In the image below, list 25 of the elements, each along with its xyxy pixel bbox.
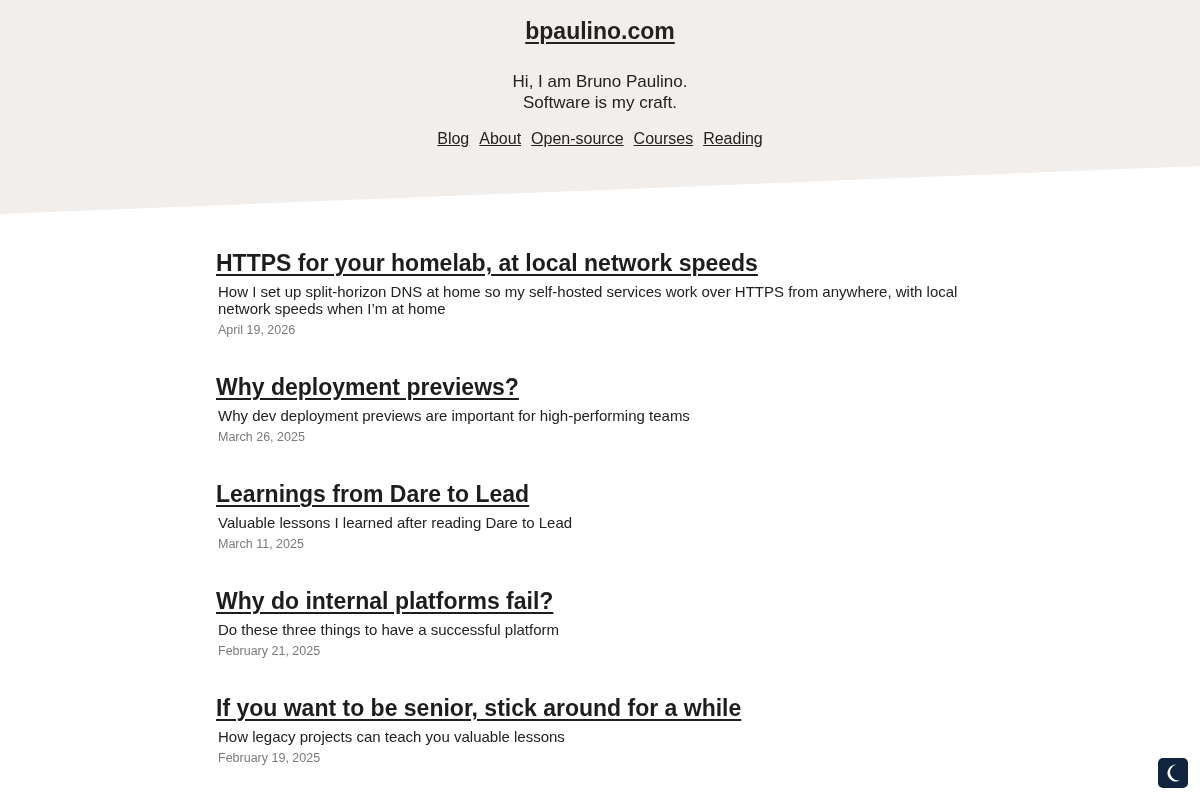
post-date: April 19, 2026 xyxy=(218,322,296,338)
tagline-text: Hi, I am Bruno Paulino. xyxy=(512,71,688,92)
moon-icon xyxy=(1165,764,1181,782)
post-title-link[interactable]: Why do internal platforms fail? xyxy=(216,586,554,616)
post-title-link[interactable]: HTTPS for your homelab, at local network speeds xyxy=(216,248,758,278)
tagline-text: Software is my craft. xyxy=(523,92,677,113)
nav-link[interactable]: Reading xyxy=(703,129,763,149)
post-date: March 11, 2025 xyxy=(218,536,304,552)
nav-link[interactable]: Open-source xyxy=(531,129,624,149)
post-description: Do these three things to have a successful platform xyxy=(218,621,559,638)
post-description: Valuable lessons I learned after reading Dare to Lead xyxy=(218,514,573,531)
post-title-link[interactable]: Learnings from Dare to Lead xyxy=(216,479,530,509)
post-title-link[interactable]: Why deployment previews? xyxy=(216,372,519,402)
dark-mode-toggle[interactable] xyxy=(1158,758,1188,788)
post-date: March 26, 2025 xyxy=(218,429,305,445)
site-title-link[interactable]: bpaulino.com xyxy=(525,16,675,46)
nav-link[interactable]: Blog xyxy=(437,129,470,149)
post-title-link[interactable]: If you want to be senior, stick around for a while xyxy=(216,693,742,723)
post-description: How I set up split-horizon DNS at home so my self-hosted services work over HTTPS from anywhere, with local network speeds when I’m at home xyxy=(218,283,959,317)
post-description: Why dev deployment previews are important for high-performing teams xyxy=(218,407,690,424)
post-date: February 21, 2025 xyxy=(218,643,321,659)
post-description: How legacy projects can teach you valuable lessons xyxy=(218,728,565,745)
post-date: February 19, 2025 xyxy=(218,750,321,766)
nav-link[interactable]: Courses xyxy=(633,129,694,149)
nav-link[interactable]: About xyxy=(479,129,522,149)
